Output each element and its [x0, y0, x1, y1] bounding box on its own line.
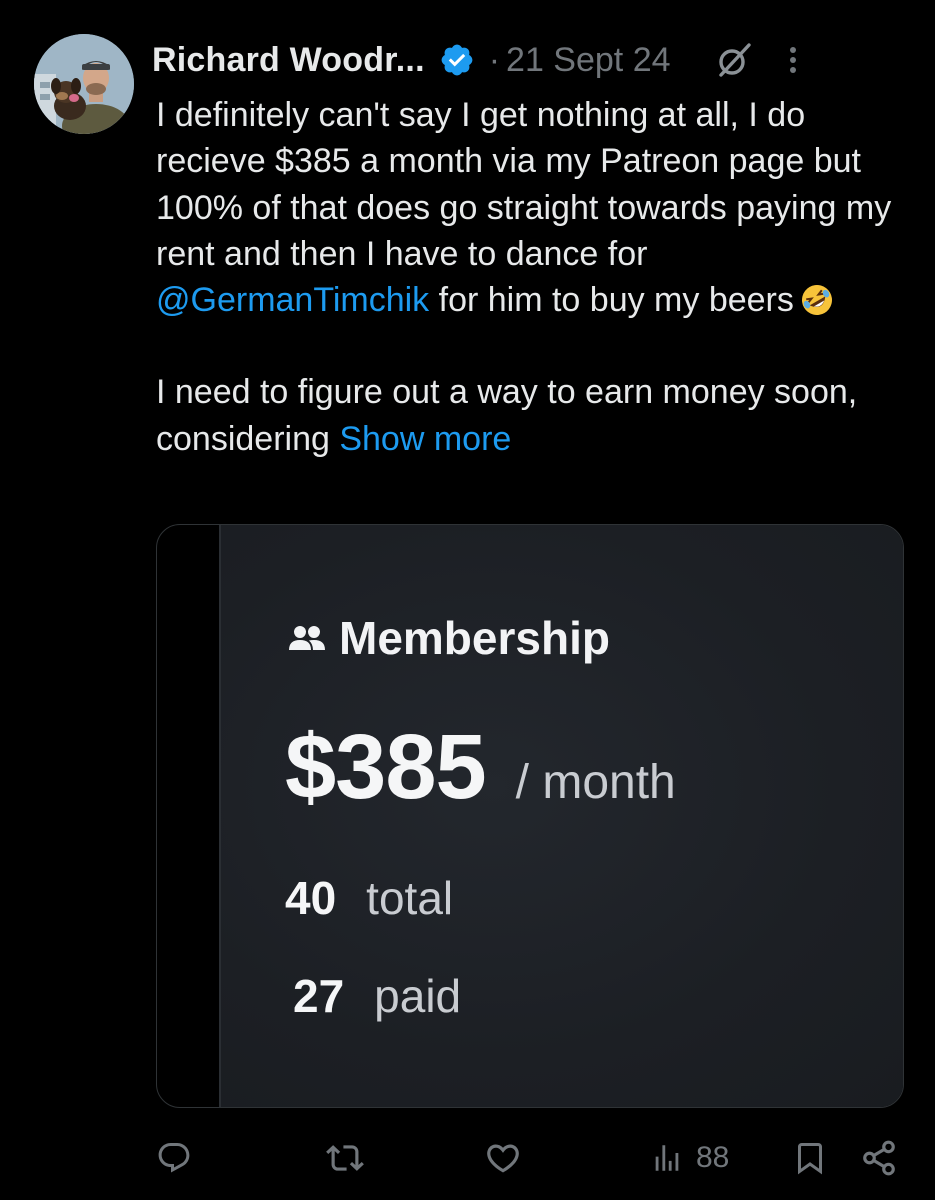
paid-members-label: paid — [374, 970, 462, 1022]
tweet-paragraph-2: I need to figure out a way to earn money… — [156, 369, 916, 462]
tweet: Richard Woodr... · 21 Sept 24 I definite… — [0, 0, 935, 1200]
total-members-label: total — [366, 872, 454, 924]
views-icon — [655, 1145, 679, 1171]
share-icon — [863, 1140, 895, 1176]
members-icon — [287, 618, 327, 658]
membership-title: Membership — [339, 612, 610, 664]
views-button[interactable]: 88 — [650, 1134, 729, 1182]
membership-header: Membership — [287, 611, 610, 665]
tweet-header: Richard Woodr... · 21 Sept 24 — [152, 34, 895, 86]
total-members-row: 40 total — [285, 871, 453, 925]
membership-card: Membership $385 / month 40 total 27 paid — [219, 525, 903, 1107]
retweet-button[interactable] — [326, 1134, 364, 1182]
amount-row: $385 / month — [285, 715, 676, 820]
mention-link[interactable]: @GermanTimchik — [156, 281, 429, 319]
rolling-on-floor-laughing-icon — [800, 283, 834, 317]
grok-icon[interactable] — [715, 41, 753, 79]
tweet-text-part: for him to buy my beers — [429, 281, 794, 320]
verified-icon — [439, 42, 475, 78]
action-bar: 88 — [156, 1134, 905, 1182]
avatar[interactable] — [34, 34, 134, 134]
membership-period: / month — [515, 756, 676, 809]
author-name[interactable]: Richard Woodr... — [152, 41, 425, 80]
more-options-icon[interactable] — [783, 40, 803, 80]
like-button[interactable] — [484, 1134, 522, 1182]
bookmark-icon — [798, 1143, 822, 1175]
show-more-link[interactable]: Show more — [339, 420, 511, 458]
media-image[interactable]: Membership $385 / month 40 total 27 paid — [156, 524, 904, 1108]
tweet-text-part: I definitely can't say I get nothing at … — [156, 96, 892, 273]
tweet-text: I definitely can't say I get nothing at … — [156, 92, 916, 462]
tweet-paragraph-1: I definitely can't say I get nothing at … — [156, 92, 916, 323]
tweet-date[interactable]: 21 Sept 24 — [506, 41, 670, 80]
total-members-count: 40 — [285, 872, 337, 924]
paid-members-count: 27 — [293, 970, 345, 1022]
retweet-icon — [326, 1145, 364, 1171]
bookmark-button[interactable] — [792, 1134, 828, 1182]
views-count: 88 — [696, 1141, 730, 1174]
reply-button[interactable] — [156, 1134, 192, 1182]
share-button[interactable] — [860, 1134, 898, 1182]
like-icon — [487, 1144, 519, 1173]
separator-dot: · — [488, 40, 501, 79]
paid-members-row: 27 paid — [293, 969, 461, 1023]
membership-amount: $385 — [285, 716, 487, 818]
reply-icon — [158, 1143, 190, 1173]
